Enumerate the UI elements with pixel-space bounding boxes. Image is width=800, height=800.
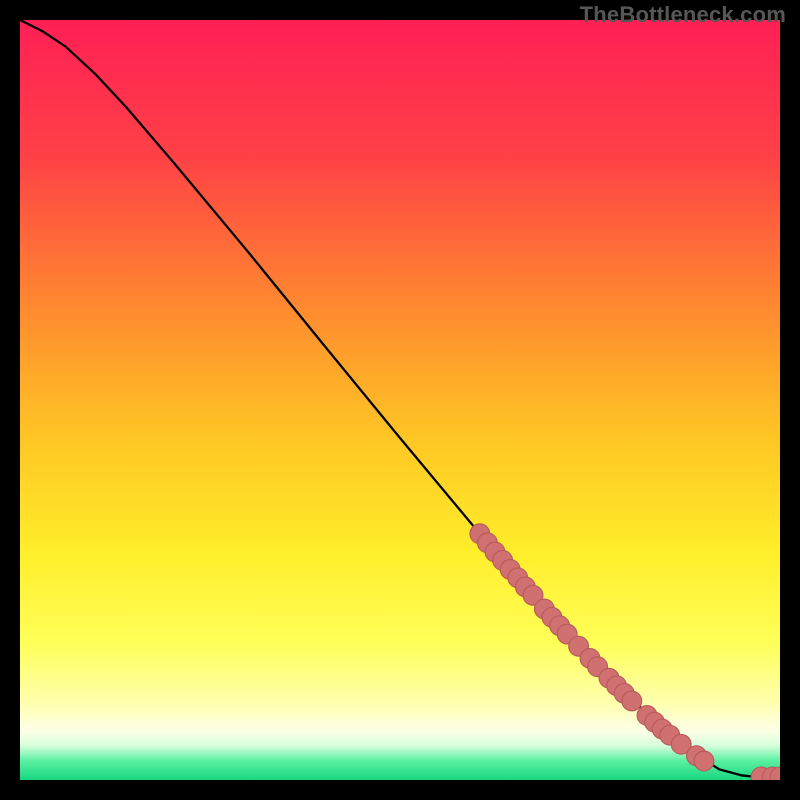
chart-frame: TheBottleneck.com <box>0 0 800 800</box>
plot-background <box>20 20 780 780</box>
watermark-label: TheBottleneck.com <box>580 2 786 28</box>
data-marker <box>694 751 714 771</box>
data-marker <box>622 691 642 711</box>
bottleneck-chart <box>20 20 780 780</box>
